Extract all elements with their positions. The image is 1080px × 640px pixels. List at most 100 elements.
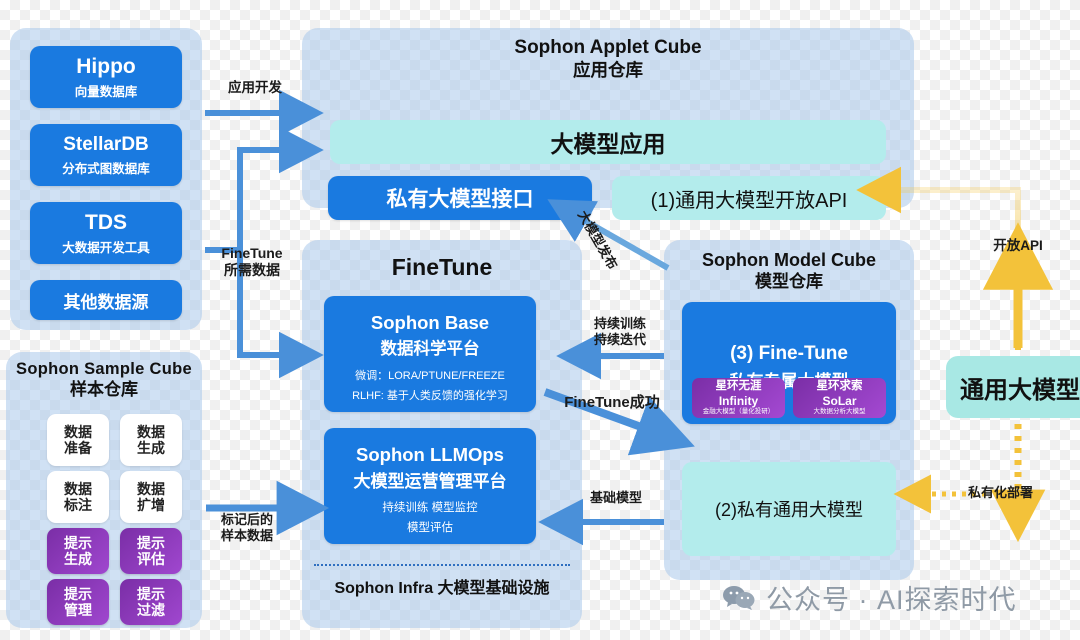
label-text: 开放API: [993, 238, 1043, 253]
open-api-button[interactable]: (1)通用大模型开放API: [612, 176, 886, 220]
applet-cube-title-cn: 应用仓库: [573, 59, 643, 80]
chip-line-1: 提示: [64, 585, 92, 602]
sophon-base-line-2: RLHF: 基于人类反馈的强化学习: [352, 389, 508, 402]
sample-chip-prompt-manage[interactable]: 提示 管理: [47, 579, 109, 625]
label-finetune-data: FineTune 所需数据: [206, 245, 298, 279]
sample-chip-prompt-filter[interactable]: 提示 过滤: [120, 579, 182, 625]
sophon-llmops-line-1: 持续训练 模型监控: [382, 501, 478, 514]
finetune-panel-title: FineTune: [302, 254, 582, 280]
sophon-base-name: Sophon Base: [370, 311, 490, 333]
sample-chip-prompt-evaluate[interactable]: 提示 评估: [120, 528, 182, 574]
label-text-line-2: 所需数据: [224, 261, 280, 278]
card-title: StellarDB: [63, 133, 149, 155]
applet-cube-title: Sophon Applet Cube 应用仓库: [302, 37, 914, 80]
sample-chip-data-prepare[interactable]: 数据 准备: [47, 414, 109, 466]
label-text: 私有化部署: [968, 485, 1034, 500]
model-chip-cn: 星环求索: [816, 380, 863, 392]
sophon-infra-label-row: Sophon Infra 大模型基础设施: [302, 580, 582, 598]
label-text-line-1: 持续训练: [593, 316, 646, 331]
chip-line-1: 数据: [137, 423, 165, 440]
finetune-title-label: FineTune: [391, 254, 493, 280]
model-chip-en: Infinity: [718, 393, 759, 408]
sample-chip-data-generate[interactable]: 数据 生成: [120, 414, 182, 466]
chip-line-2: 评估: [137, 551, 165, 567]
model-chip-en: SoLar: [822, 393, 857, 408]
llm-application-bar[interactable]: 大模型应用: [330, 120, 886, 164]
general-model-card[interactable]: 通用大模型: [946, 356, 1080, 418]
sample-cube-panel: Sophon Sample Cube 样本仓库 数据 准备 数据 生成 数据 标…: [6, 352, 202, 628]
chip-line-1: 提示: [64, 534, 92, 551]
model-chip-cn: 星环无涯: [715, 380, 762, 392]
finetune-panel: FineTune Sophon Base 数据科学平台 微调：LORA/PTUN…: [302, 240, 582, 628]
model-cube-panel: Sophon Model Cube 模型仓库 (3) Fine-Tune 私有专…: [664, 240, 914, 580]
chip-line-2: 标注: [64, 497, 92, 513]
sophon-base-line-1: 微调：LORA/PTUNE/FREEZE: [355, 369, 505, 382]
label-text: 应用开发: [228, 80, 282, 95]
model-chip-infinity[interactable]: 星环无涯 Infinity 金融大模型（量化投研）: [692, 378, 785, 418]
card-subtitle: 分布式图数据库: [62, 161, 150, 176]
sophon-infra-label: Sophon Infra 大模型基础设施: [334, 580, 550, 597]
chip-line-2: 过滤: [137, 602, 165, 618]
label-labeled-sample: 标记后的 样本数据: [206, 512, 288, 543]
private-llm-interface-label: 私有大模型接口: [386, 188, 534, 211]
model-cube-title-en: Sophon Model Cube: [702, 250, 876, 270]
architecture-diagram: Hippo 向量数据库 StellarDB 分布式图数据库 TDS 大数据开发工…: [0, 0, 1080, 640]
datasource-card-tds[interactable]: TDS 大数据开发工具: [30, 202, 182, 264]
arrow-finetune-data-up: [205, 126, 324, 253]
label-private-deploy: 私有化部署: [968, 485, 1064, 501]
sophon-llmops-line-2: 模型评估: [407, 521, 453, 534]
chip-line-2: 扩增: [137, 497, 165, 513]
label-text-line-1: 标记后的: [220, 512, 273, 527]
model-chip-solar[interactable]: 星环求索 SoLar 大数据分析大模型: [793, 378, 886, 418]
card-title: 其他数据源: [63, 292, 149, 312]
chip-line-1: 提示: [137, 585, 165, 602]
chip-line-1: 数据: [137, 480, 165, 497]
sample-cube-title: Sophon Sample Cube 样本仓库: [6, 360, 202, 400]
applet-cube-panel: Sophon Applet Cube 应用仓库 大模型应用 私有大模型接口 (1…: [302, 28, 914, 220]
card-subtitle: 大数据开发工具: [62, 240, 150, 255]
sophon-base-card[interactable]: Sophon Base 数据科学平台 微调：LORA/PTUNE/FREEZE …: [324, 296, 536, 412]
model-chip-desc: 金融大模型（量化投研）: [702, 408, 775, 416]
data-sources-panel: Hippo 向量数据库 StellarDB 分布式图数据库 TDS 大数据开发工…: [10, 28, 202, 330]
private-general-model-card[interactable]: (2)私有通用大模型: [682, 462, 896, 556]
chip-line-2: 生成: [137, 440, 165, 456]
sample-chip-data-augment[interactable]: 数据 扩增: [120, 471, 182, 523]
card-title: TDS: [85, 210, 127, 234]
sophon-llmops-card[interactable]: Sophon LLMOps 大模型运营管理平台 持续训练 模型监控 模型评估: [324, 428, 536, 544]
watermark: 公众号 · AI探索时代: [722, 578, 1017, 617]
chip-line-2: 生成: [64, 551, 92, 567]
label-finetune-success: FineTune成功: [552, 394, 672, 412]
datasource-card-stellardb[interactable]: StellarDB 分布式图数据库: [30, 124, 182, 186]
model-chip-desc: 大数据分析大模型: [813, 408, 866, 416]
sample-chip-data-label[interactable]: 数据 标注: [47, 471, 109, 523]
label-text: 基础模型: [589, 490, 642, 505]
infra-divider: [314, 564, 570, 566]
label-app-dev: 应用开发: [215, 80, 295, 96]
chip-line-1: 提示: [137, 534, 165, 551]
chip-line-1: 数据: [64, 423, 92, 440]
applet-cube-title-en: Sophon Applet Cube: [514, 37, 702, 58]
finetune-model-title: (3) Fine-Tune: [730, 342, 848, 364]
label-text-line-2: 持续迭代: [593, 331, 646, 347]
sophon-llmops-name: Sophon LLMOps: [356, 443, 504, 465]
sample-cube-title-en: Sophon Sample Cube: [16, 360, 192, 378]
private-llm-interface-button[interactable]: 私有大模型接口: [328, 176, 592, 220]
datasource-card-other[interactable]: 其他数据源: [30, 280, 182, 320]
chip-line-2: 准备: [64, 440, 92, 456]
sample-cube-title-cn: 样本仓库: [70, 379, 138, 399]
label-text-line-1: FineTune: [221, 245, 283, 261]
sophon-base-sub: 数据科学平台: [380, 339, 480, 358]
label-model-release: 大模型发布: [574, 208, 620, 272]
label-text: FineTune成功: [564, 394, 660, 411]
card-subtitle: 向量数据库: [74, 84, 138, 99]
datasource-card-hippo[interactable]: Hippo 向量数据库: [30, 46, 182, 108]
watermark-text: 公众号 · AI探索时代: [766, 585, 1017, 615]
finetune-model-card[interactable]: (3) Fine-Tune 私有专属大模型 星环无涯 Infinity 金融大模…: [682, 302, 896, 424]
general-model-label: 通用大模型: [960, 376, 1080, 404]
model-chip-row: 星环无涯 Infinity 金融大模型（量化投研） 星环求索 SoLar 大数据…: [692, 378, 886, 418]
sophon-llmops-sub: 大模型运营管理平台: [353, 471, 507, 491]
sample-chip-prompt-generate[interactable]: 提示 生成: [47, 528, 109, 574]
llm-application-label: 大模型应用: [550, 131, 666, 157]
label-text-line-2: 样本数据: [220, 527, 273, 543]
chip-line-2: 管理: [64, 602, 92, 618]
